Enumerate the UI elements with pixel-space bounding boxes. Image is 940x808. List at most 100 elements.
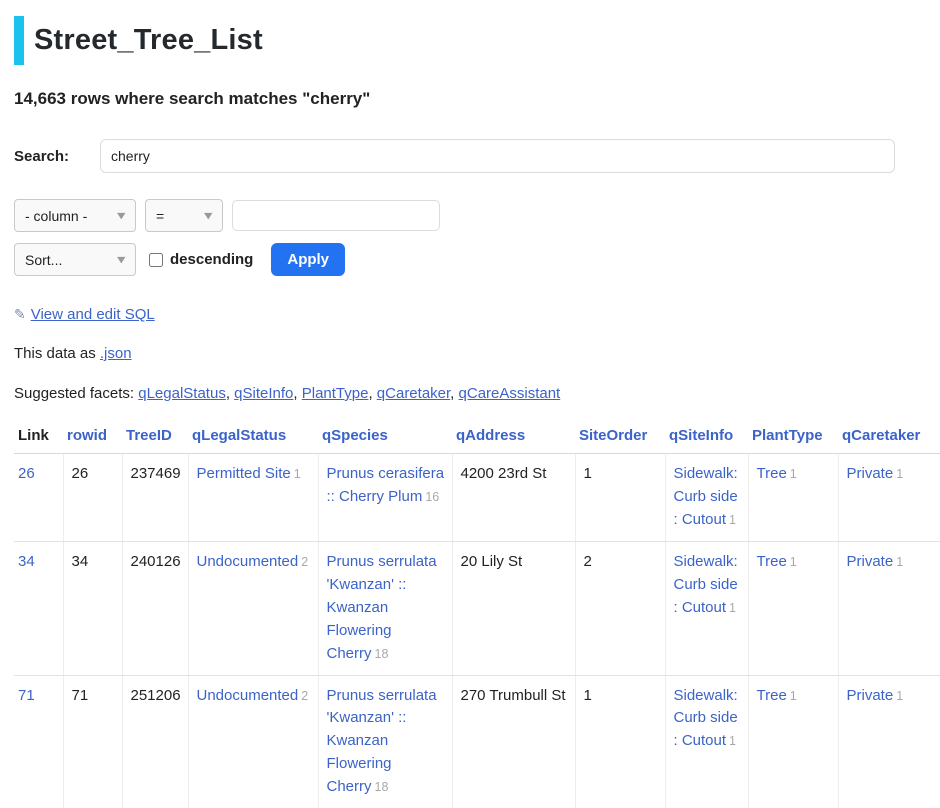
cell-qsiteinfo: Sidewalk: Curb side : Cutout1 <box>665 454 748 542</box>
cell-planttype-link[interactable]: Tree <box>757 465 787 482</box>
cell-qspecies: Prunus serrulata 'Kwanzan' :: Kwanzan Fl… <box>318 541 452 675</box>
cell-qlegalstatus-link[interactable]: Permitted Site <box>197 465 291 482</box>
cell-treeid: 237469 <box>122 454 188 542</box>
cell-qspecies-link[interactable]: Prunus serrulata 'Kwanzan' :: Kwanzan Fl… <box>327 687 437 796</box>
facet-count: 1 <box>729 734 736 748</box>
cell-qaddress: 4200 23rd St <box>452 454 575 542</box>
cell-qaddress: 20 Lily St <box>452 541 575 675</box>
col-header-qcaretaker: qCaretaker <box>838 422 940 454</box>
facet-count: 18 <box>375 647 389 661</box>
facet-link-qcareassistant[interactable]: qCareAssistant <box>459 385 561 402</box>
col-header-rowid: rowid <box>63 422 122 454</box>
page-title: Street_Tree_List <box>14 16 940 65</box>
cell-qcaretaker-link[interactable]: Private <box>847 465 894 482</box>
facet-link-qlegalstatus[interactable]: qLegalStatus <box>138 385 226 402</box>
cell-planttype-link[interactable]: Tree <box>757 553 787 570</box>
data-as-prefix: This data as <box>14 345 100 362</box>
cell-rowid: 26 <box>63 454 122 542</box>
facet-count: 18 <box>375 780 389 794</box>
filter-value-input[interactable] <box>232 200 440 231</box>
facet-count: 1 <box>896 689 903 703</box>
column-select-wrap: - column - <box>14 199 136 232</box>
descending-checkbox-wrap[interactable]: descending <box>149 251 253 268</box>
apply-button[interactable]: Apply <box>271 243 345 276</box>
sort-link-qcaretaker[interactable]: qCaretaker <box>842 427 920 444</box>
row-link[interactable]: 26 <box>18 465 35 482</box>
suggested-facets: Suggested facets: qLegalStatus, qSiteInf… <box>14 385 940 402</box>
cell-qspecies: Prunus serrulata 'Kwanzan' :: Kwanzan Fl… <box>318 675 452 808</box>
sort-select[interactable]: Sort... <box>14 243 136 276</box>
cell-qlegalstatus-link[interactable]: Undocumented <box>197 553 299 570</box>
cell-qsiteinfo: Sidewalk: Curb side : Cutout1 <box>665 541 748 675</box>
col-header-link: Link <box>14 422 63 454</box>
sort-link-treeid[interactable]: TreeID <box>126 427 172 444</box>
table-row: 7171251206Undocumented2Prunus serrulata … <box>14 675 940 808</box>
col-header-qaddress: qAddress <box>452 422 575 454</box>
cell-qcaretaker: Private1 <box>838 454 940 542</box>
view-edit-sql-link[interactable]: View and edit SQL <box>31 306 155 323</box>
header-row: Linkrowid TreeID qLegalStatus qSpecies qAddr… <box>14 422 940 454</box>
sort-link-qaddress[interactable]: qAddress <box>456 427 525 444</box>
cell-link: 71 <box>14 675 63 808</box>
descending-label: descending <box>170 251 253 268</box>
cell-qlegalstatus-link[interactable]: Undocumented <box>197 687 299 704</box>
operator-select[interactable]: = <box>145 199 223 232</box>
cell-siteorder: 1 <box>575 675 665 808</box>
facet-count: 16 <box>425 490 439 504</box>
cell-qlegalstatus: Undocumented2 <box>188 675 318 808</box>
sort-link-siteorder[interactable]: SiteOrder <box>579 427 647 444</box>
cell-qlegalstatus: Permitted Site1 <box>188 454 318 542</box>
facet-count: 1 <box>896 555 903 569</box>
sort-link-planttype[interactable]: PlantType <box>752 427 823 444</box>
row-link[interactable]: 34 <box>18 553 35 570</box>
cell-siteorder: 2 <box>575 541 665 675</box>
column-select[interactable]: - column - <box>14 199 136 232</box>
descending-checkbox[interactable] <box>149 253 163 267</box>
row-count-summary: 14,663 rows where search matches "cherry… <box>14 89 940 109</box>
facet-link-qcaretaker[interactable]: qCaretaker <box>377 385 450 402</box>
facet-count: 1 <box>790 467 797 481</box>
search-row: Search: <box>14 139 940 173</box>
cell-rowid: 71 <box>63 675 122 808</box>
cell-planttype-link[interactable]: Tree <box>757 687 787 704</box>
sort-link-rowid[interactable]: rowid <box>67 427 107 444</box>
operator-select-wrap: = <box>145 199 223 232</box>
facet-count: 2 <box>301 689 308 703</box>
facet-count: 1 <box>729 601 736 615</box>
facet-count: 1 <box>729 513 736 527</box>
row-link[interactable]: 71 <box>18 687 35 704</box>
sort-link-qlegalstatus[interactable]: qLegalStatus <box>192 427 286 444</box>
col-header-planttype: PlantType <box>748 422 838 454</box>
facet-count: 1 <box>896 467 903 481</box>
cell-qcaretaker-link[interactable]: Private <box>847 687 894 704</box>
sort-link-qspecies[interactable]: qSpecies <box>322 427 388 444</box>
facet-link-planttype[interactable]: PlantType <box>302 385 369 402</box>
cell-treeid: 240126 <box>122 541 188 675</box>
facets-prefix: Suggested facets: <box>14 385 138 402</box>
cell-rowid: 34 <box>63 541 122 675</box>
results-table: Linkrowid TreeID qLegalStatus qSpecies qAddr… <box>14 422 940 808</box>
facet-count: 1 <box>294 467 301 481</box>
cell-link: 26 <box>14 454 63 542</box>
search-label: Search: <box>14 148 100 165</box>
table-row: 3434240126Undocumented2Prunus serrulata … <box>14 541 940 675</box>
search-input[interactable] <box>100 139 895 173</box>
col-header-siteorder: SiteOrder <box>575 422 665 454</box>
json-link[interactable]: .json <box>100 345 132 362</box>
pencil-icon: ✎ <box>14 306 26 322</box>
filter-row: - column - = <box>14 199 940 232</box>
cell-qcaretaker: Private1 <box>838 541 940 675</box>
facet-count: 1 <box>790 555 797 569</box>
cell-treeid: 251206 <box>122 675 188 808</box>
cell-planttype: Tree1 <box>748 454 838 542</box>
facet-link-qsiteinfo[interactable]: qSiteInfo <box>234 385 293 402</box>
col-header-treeid: TreeID <box>122 422 188 454</box>
sort-link-qsiteinfo[interactable]: qSiteInfo <box>669 427 733 444</box>
cell-qaddress: 270 Trumbull St <box>452 675 575 808</box>
cell-qcaretaker-link[interactable]: Private <box>847 553 894 570</box>
col-header-qsiteinfo: qSiteInfo <box>665 422 748 454</box>
cell-qsiteinfo: Sidewalk: Curb side : Cutout1 <box>665 675 748 808</box>
cell-qspecies-link[interactable]: Prunus serrulata 'Kwanzan' :: Kwanzan Fl… <box>327 553 437 662</box>
cell-planttype: Tree1 <box>748 541 838 675</box>
cell-qspecies: Prunus cerasifera :: Cherry Plum16 <box>318 454 452 542</box>
